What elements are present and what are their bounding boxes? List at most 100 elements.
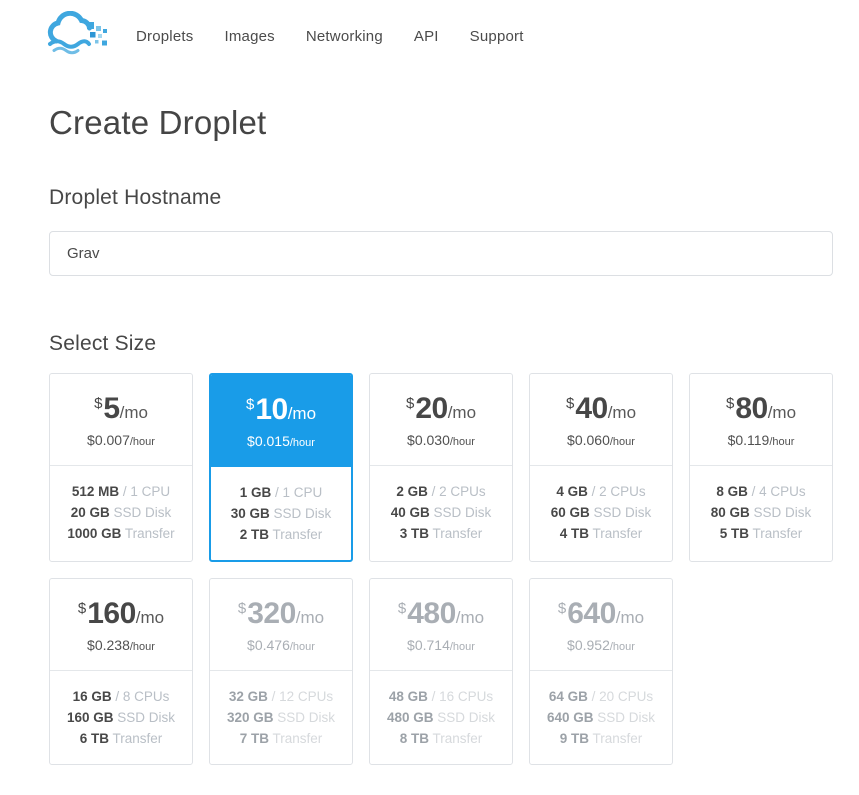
plan-specs: 48 GB / 16 CPUs 480 GB SSD Disk 8 TB Tra…: [370, 671, 512, 764]
top-nav: Droplets Images Networking API Support: [0, 0, 859, 72]
per-month-label: /mo: [295, 607, 325, 627]
plan-hourly-price: $0.714/hour: [407, 636, 475, 653]
plan-card-640-disabled: $640/mo $0.952/hour 64 GB / 20 CPUs 640 …: [529, 578, 673, 765]
per-month-label: /mo: [615, 607, 645, 627]
spec-transfer: 5 TB Transfer: [719, 526, 803, 541]
plan-monthly-price: $40/mo: [565, 391, 637, 425]
nav-item-support[interactable]: Support: [470, 28, 524, 45]
spec-disk: 160 GB SSD Disk: [66, 710, 176, 725]
plan-monthly-price: $480/mo: [397, 596, 485, 630]
plan-price-header: $5/mo $0.007/hour: [50, 374, 192, 466]
size-plan-grid: $5/mo $0.007/hour 512 MB / 1 CPU 20 GB S…: [49, 373, 833, 795]
per-hour-label: /hour: [609, 640, 635, 653]
per-hour-label: /hour: [449, 435, 475, 448]
plan-price-header: $10/mo $0.015/hour: [211, 375, 351, 467]
cloud-logo-icon: [46, 10, 110, 62]
plan-card-160[interactable]: $160/mo $0.238/hour 16 GB / 8 CPUs 160 G…: [49, 578, 193, 765]
spec-disk: 60 GB SSD Disk: [550, 505, 652, 520]
spec-transfer: 3 TB Transfer: [399, 526, 483, 541]
plan-price-header: $160/mo $0.238/hour: [50, 579, 192, 671]
spec-ram-cpu: 48 GB / 16 CPUs: [388, 689, 494, 704]
plan-monthly-price: $80/mo: [725, 391, 797, 425]
plan-card-5[interactable]: $5/mo $0.007/hour 512 MB / 1 CPU 20 GB S…: [49, 373, 193, 562]
plan-monthly-price: $10/mo: [245, 393, 317, 426]
plan-card-20[interactable]: $20/mo $0.030/hour 2 GB / 2 CPUs 40 GB S…: [369, 373, 513, 562]
spec-disk: 40 GB SSD Disk: [390, 505, 492, 520]
per-month-label: /mo: [135, 607, 165, 627]
spec-transfer: 2 TB Transfer: [239, 527, 323, 542]
plan-monthly-price: $20/mo: [405, 391, 477, 425]
spec-ram-cpu: 16 GB / 8 CPUs: [72, 689, 170, 704]
plan-hourly-price: $0.238/hour: [87, 636, 155, 653]
currency-symbol: $: [557, 599, 567, 617]
currency-symbol: $: [725, 394, 735, 412]
plan-specs: 2 GB / 2 CPUs 40 GB SSD Disk 3 TB Transf…: [370, 466, 512, 559]
plan-card-80[interactable]: $80/mo $0.119/hour 8 GB / 4 CPUs 80 GB S…: [689, 373, 833, 562]
currency-symbol: $: [405, 394, 415, 412]
spec-ram-cpu: 4 GB / 2 CPUs: [556, 484, 646, 499]
spec-transfer: 6 TB Transfer: [79, 731, 163, 746]
currency-symbol: $: [94, 394, 103, 412]
spec-ram-cpu: 1 GB / 1 CPU: [239, 485, 323, 500]
nav-item-droplets[interactable]: Droplets: [136, 28, 193, 45]
hostname-input[interactable]: [49, 231, 833, 276]
per-hour-label: /hour: [129, 435, 155, 448]
spec-ram-cpu: 2 GB / 2 CPUs: [396, 484, 486, 499]
plan-monthly-price: $640/mo: [557, 596, 645, 630]
per-hour-label: /hour: [769, 435, 795, 448]
nav-item-networking[interactable]: Networking: [306, 28, 383, 45]
plan-hourly-price: $0.007/hour: [87, 431, 155, 448]
per-hour-label: /hour: [129, 640, 155, 653]
per-month-label: /mo: [119, 402, 148, 422]
spec-transfer: 1000 GB Transfer: [67, 526, 175, 541]
plan-specs: 16 GB / 8 CPUs 160 GB SSD Disk 6 TB Tran…: [50, 671, 192, 764]
plan-hourly-price: $0.119/hour: [727, 431, 795, 448]
spec-ram-cpu: 32 GB / 12 CPUs: [228, 689, 334, 704]
per-hour-label: /hour: [609, 435, 635, 448]
plan-card-10-selected[interactable]: $10/mo $0.015/hour 1 GB / 1 CPU 30 GB SS…: [209, 373, 353, 562]
plan-price-header: $40/mo $0.060/hour: [530, 374, 672, 466]
per-month-label: /mo: [607, 402, 637, 422]
currency-symbol: $: [237, 599, 247, 617]
plan-monthly-price: $160/mo: [77, 596, 165, 630]
nav-item-images[interactable]: Images: [224, 28, 274, 45]
spec-transfer: 7 TB Transfer: [239, 731, 323, 746]
plan-specs: 64 GB / 20 CPUs 640 GB SSD Disk 9 TB Tra…: [530, 671, 672, 764]
plan-hourly-price: $0.476/hour: [247, 636, 315, 653]
per-month-label: /mo: [287, 404, 317, 423]
spec-disk: 640 GB SSD Disk: [546, 710, 656, 725]
size-section-title: Select Size: [49, 332, 157, 355]
plan-hourly-price: $0.015/hour: [247, 433, 315, 449]
per-month-label: /mo: [767, 402, 797, 422]
nav-item-api[interactable]: API: [414, 28, 439, 45]
plan-hourly-price: $0.060/hour: [567, 431, 635, 448]
spec-disk: 480 GB SSD Disk: [386, 710, 496, 725]
currency-symbol: $: [397, 599, 407, 617]
spec-ram-cpu: 8 GB / 4 CPUs: [716, 484, 806, 499]
plan-price-header: $480/mo $0.714/hour: [370, 579, 512, 671]
plan-price-header: $640/mo $0.952/hour: [530, 579, 672, 671]
plan-specs: 512 MB / 1 CPU 20 GB SSD Disk 1000 GB Tr…: [50, 466, 192, 559]
main-nav: Droplets Images Networking API Support: [136, 28, 524, 45]
plan-card-40[interactable]: $40/mo $0.060/hour 4 GB / 2 CPUs 60 GB S…: [529, 373, 673, 562]
spec-ram-cpu: 512 MB / 1 CPU: [71, 484, 171, 499]
digitalocean-logo[interactable]: [46, 10, 110, 62]
plan-specs: 4 GB / 2 CPUs 60 GB SSD Disk 4 TB Transf…: [530, 466, 672, 559]
plan-card-320-disabled: $320/mo $0.476/hour 32 GB / 12 CPUs 320 …: [209, 578, 353, 765]
currency-symbol: $: [77, 599, 87, 617]
plan-monthly-price: $320/mo: [237, 596, 325, 630]
currency-symbol: $: [565, 394, 575, 412]
plan-hourly-price: $0.030/hour: [407, 431, 475, 448]
spec-disk: 30 GB SSD Disk: [230, 506, 332, 521]
plan-specs: 8 GB / 4 CPUs 80 GB SSD Disk 5 TB Transf…: [690, 466, 832, 559]
spec-disk: 320 GB SSD Disk: [226, 710, 336, 725]
spec-disk: 80 GB SSD Disk: [710, 505, 812, 520]
plan-card-480-disabled: $480/mo $0.714/hour 48 GB / 16 CPUs 480 …: [369, 578, 513, 765]
spec-transfer: 4 TB Transfer: [559, 526, 643, 541]
per-hour-label: /hour: [289, 640, 315, 653]
spec-transfer: 9 TB Transfer: [559, 731, 643, 746]
page-title: Create Droplet: [49, 104, 267, 141]
spec-ram-cpu: 64 GB / 20 CPUs: [548, 689, 654, 704]
per-month-label: /mo: [447, 402, 477, 422]
plan-price-header: $320/mo $0.476/hour: [210, 579, 352, 671]
